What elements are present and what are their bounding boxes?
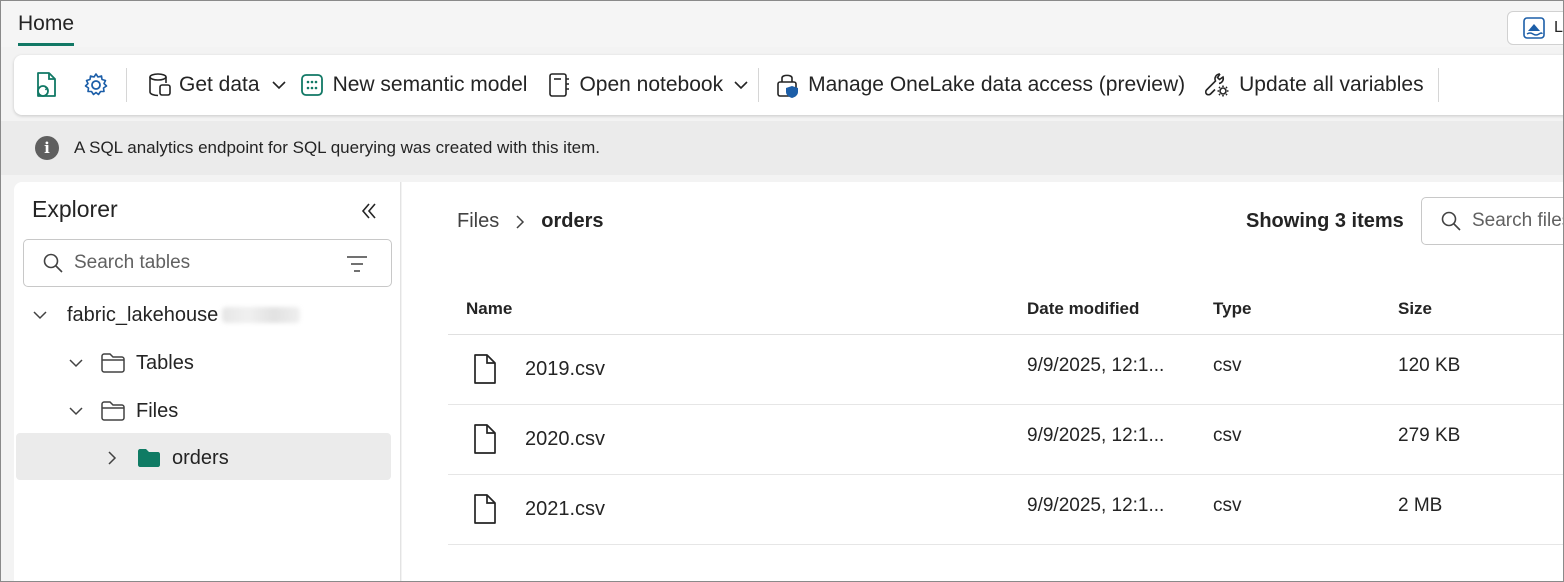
tree-item-lakehouse-label: fabric_lakehouse bbox=[67, 303, 219, 326]
tree-item-tables-label: Tables bbox=[136, 351, 194, 374]
semantic-model-icon bbox=[300, 74, 323, 96]
tree-item-orders-label: orders bbox=[172, 446, 229, 469]
filter-icon[interactable] bbox=[345, 253, 369, 275]
get-data-label: Get data bbox=[179, 73, 260, 96]
table-header: Name Date modified Type Size bbox=[448, 290, 1563, 335]
get-data-button[interactable]: Get data bbox=[147, 65, 288, 105]
search-tables-input[interactable]: Search tables bbox=[23, 239, 392, 287]
chevron-down-icon bbox=[69, 359, 83, 368]
ribbon-divider bbox=[126, 68, 127, 102]
file-type: csv bbox=[1213, 495, 1242, 516]
file-type: csv bbox=[1213, 425, 1242, 446]
tab-home[interactable]: Home bbox=[18, 11, 75, 46]
item-count: Showing 3 items bbox=[1246, 210, 1404, 232]
redacted-suffix bbox=[222, 307, 301, 323]
update-all-variables-label: Update all variables bbox=[1239, 73, 1424, 96]
open-notebook-button[interactable]: Open notebook bbox=[547, 65, 750, 105]
search-files-input[interactable]: Search files bbox=[1421, 197, 1564, 245]
column-header-name[interactable]: Name bbox=[466, 299, 512, 319]
breadcrumb-orders: orders bbox=[541, 210, 604, 232]
chevron-down-icon bbox=[69, 407, 83, 416]
folder-icon bbox=[101, 401, 125, 421]
tree-item-tables[interactable]: Tables bbox=[68, 343, 194, 383]
database-icon bbox=[149, 73, 171, 97]
table-row[interactable]: 2021.csv 9/9/2025, 12:1... csv 2 MB bbox=[448, 475, 1563, 545]
ribbon-divider bbox=[1437, 68, 1439, 102]
table-row[interactable]: 2020.csv 9/9/2025, 12:1... csv 279 KB bbox=[448, 405, 1563, 475]
info-message-text: A SQL analytics endpoint for SQL queryin… bbox=[74, 138, 601, 157]
tree-item-orders[interactable]: orders bbox=[104, 438, 229, 478]
file-date-modified: 9/9/2025, 12:1... bbox=[1027, 355, 1165, 376]
file-icon bbox=[474, 494, 496, 524]
refresh-button[interactable] bbox=[34, 65, 60, 105]
file-size: 2 MB bbox=[1398, 495, 1443, 516]
column-header-type[interactable]: Type bbox=[1213, 299, 1251, 319]
file-size: 279 KB bbox=[1398, 425, 1461, 446]
tree-item-files-label: Files bbox=[136, 399, 179, 422]
explorer-pane: Explorer Search tables fabric_lakehouse bbox=[14, 182, 401, 581]
breadcrumb: Files orders bbox=[457, 210, 603, 233]
search-files-placeholder: Search files bbox=[1472, 210, 1564, 231]
app-window: Home L Get data New semantic model Open … bbox=[0, 0, 1564, 582]
chevron-down-icon bbox=[734, 81, 748, 90]
ribbon-toolbar: Get data New semantic model Open noteboo… bbox=[14, 55, 1563, 115]
explorer-title: Explorer bbox=[32, 196, 118, 222]
info-icon: i bbox=[35, 136, 59, 160]
collapse-pane-icon[interactable] bbox=[357, 199, 381, 223]
table-row[interactable]: 2019.csv 9/9/2025, 12:1... csv 120 KB bbox=[448, 335, 1563, 405]
file-size: 120 KB bbox=[1398, 355, 1461, 376]
chevron-right-icon bbox=[516, 214, 525, 229]
file-date-modified: 9/9/2025, 12:1... bbox=[1027, 425, 1165, 446]
file-name[interactable]: 2020.csv bbox=[525, 428, 605, 451]
ribbon-divider bbox=[758, 68, 760, 102]
file-icon bbox=[474, 354, 496, 384]
wrench-gear-icon bbox=[1205, 73, 1229, 97]
folder-filled-icon bbox=[138, 449, 160, 467]
update-all-variables-button[interactable]: Update all variables bbox=[1203, 65, 1424, 105]
gear-icon bbox=[84, 73, 108, 96]
column-header-size[interactable]: Size bbox=[1398, 299, 1432, 319]
notebook-icon bbox=[549, 73, 570, 97]
file-date-modified: 9/9/2025, 12:1... bbox=[1027, 495, 1165, 516]
tab-bar: Home L bbox=[1, 1, 1563, 47]
breadcrumb-files[interactable]: Files bbox=[457, 210, 499, 233]
search-icon bbox=[43, 253, 63, 273]
manage-onelake-access-button[interactable]: Manage OneLake data access (preview) bbox=[775, 65, 1185, 105]
file-icon bbox=[474, 424, 496, 454]
tree-item-files[interactable]: Files bbox=[68, 391, 178, 431]
file-type: csv bbox=[1213, 355, 1242, 376]
search-tables-placeholder: Search tables bbox=[74, 252, 191, 273]
new-semantic-model-label: New semantic model bbox=[332, 73, 528, 96]
column-header-date-modified[interactable]: Date modified bbox=[1027, 299, 1139, 319]
lakehouse-switcher-label: L bbox=[1554, 19, 1563, 36]
refresh-document-icon bbox=[37, 72, 56, 97]
search-icon bbox=[1441, 211, 1461, 231]
chevron-down-icon bbox=[33, 311, 47, 320]
lakehouse-switcher-button[interactable]: L bbox=[1507, 11, 1563, 45]
info-message-bar: i A SQL analytics endpoint for SQL query… bbox=[1, 121, 1563, 175]
chevron-right-icon bbox=[108, 451, 117, 465]
folder-icon bbox=[101, 353, 125, 373]
open-notebook-label: Open notebook bbox=[579, 73, 724, 96]
settings-button[interactable] bbox=[82, 65, 110, 105]
lock-shield-icon bbox=[777, 74, 799, 98]
manage-onelake-label: Manage OneLake data access (preview) bbox=[808, 73, 1186, 96]
lakehouse-icon bbox=[1523, 17, 1545, 39]
file-name[interactable]: 2021.csv bbox=[525, 498, 605, 521]
chevron-down-icon bbox=[271, 81, 286, 90]
new-semantic-model-button[interactable]: New semantic model bbox=[300, 65, 528, 105]
file-name[interactable]: 2019.csv bbox=[525, 358, 605, 381]
tree-item-lakehouse[interactable]: fabric_lakehouse bbox=[32, 295, 301, 335]
file-list-pane: Files orders Showing 3 items Search file… bbox=[402, 182, 1564, 581]
